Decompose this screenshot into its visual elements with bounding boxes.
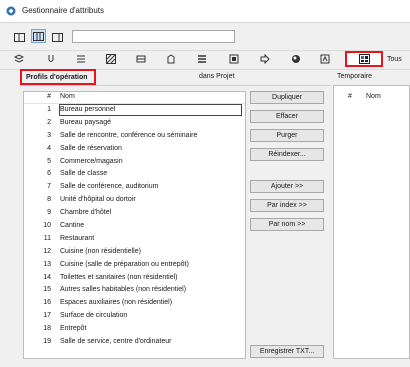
list-item[interactable]: 12 Cuisine (non résidentielle)	[24, 246, 245, 259]
operation-profiles-icon	[358, 54, 370, 64]
view-split-button[interactable]	[31, 29, 46, 43]
column-name: Nom	[60, 93, 75, 100]
by-index-button[interactable]: Par index >>	[250, 199, 324, 212]
left-panel-heading: Profils d'opération	[26, 74, 88, 81]
list-item[interactable]: 8 Unité d'hôpital ou dortoir	[24, 194, 245, 207]
zones-tab[interactable]	[195, 52, 209, 65]
list-item[interactable]: 15 Autres salles habitables (non résident…	[24, 284, 245, 297]
list-item[interactable]: 13 Cuisine (salle de préparation ou entre…	[24, 259, 245, 272]
list-item[interactable]: 2 Bureau paysagé	[24, 117, 245, 130]
view-list-button[interactable]	[12, 30, 27, 44]
zones-icon	[198, 54, 206, 63]
composites-icon	[136, 55, 146, 62]
list-item[interactable]: 19 Salle de service, centre d'ordinateur	[24, 336, 245, 349]
fills-tab[interactable]	[104, 52, 118, 65]
list-item[interactable]: 10 Cantine	[24, 220, 245, 233]
temporary-list[interactable]: # Nom	[333, 85, 410, 359]
line-types-tab[interactable]	[74, 52, 88, 65]
delete-button[interactable]: Effacer	[250, 110, 324, 123]
layers-icon	[14, 54, 24, 63]
right-column-name: Nom	[366, 93, 381, 100]
list-item[interactable]: 5 Commerce/magasin	[24, 156, 245, 169]
operation-profiles-tab[interactable]	[345, 51, 383, 67]
surfaces-tab[interactable]	[227, 52, 241, 65]
markup-tab[interactable]	[258, 52, 272, 65]
list-item[interactable]: 9 Chambre d'hôtel	[24, 207, 245, 220]
list-item[interactable]: 11 Restaurant	[24, 233, 245, 246]
reindex-button[interactable]: Réindexer...	[250, 148, 324, 161]
composites-tab[interactable]	[134, 52, 148, 65]
right-panel-heading: Temporaire	[337, 73, 373, 80]
list-item[interactable]: 6 Salle de classe	[24, 168, 245, 181]
building-materials-tab[interactable]	[289, 52, 303, 65]
list-item[interactable]: 3 Salle de rencontre, conférence ou sémin…	[24, 130, 245, 143]
profiles-tab[interactable]	[164, 52, 178, 65]
globe-icon	[292, 54, 300, 63]
mep-systems-tab[interactable]	[318, 52, 332, 65]
by-name-button[interactable]: Par nom >>	[250, 218, 324, 231]
list-item[interactable]: 4 Salle de réservation	[24, 143, 245, 156]
line-types-icon	[77, 55, 85, 62]
layers-tab[interactable]	[12, 52, 26, 65]
view-detail-button[interactable]	[50, 30, 65, 44]
pens-tab[interactable]	[44, 52, 58, 65]
list-item[interactable]: 16 Espaces auxiliaires (non résidentiel)	[24, 297, 245, 310]
save-txt-button[interactable]: Enregistrer TXT...	[250, 345, 324, 358]
duplicate-button[interactable]: Dupliquer	[250, 91, 324, 104]
list-item[interactable]: 18 Entrepôt	[24, 323, 245, 336]
list-header: # Nom	[24, 92, 245, 104]
list-item[interactable]: 1 Bureau personnel	[24, 104, 245, 117]
list-item[interactable]: 17 Surface de circulation	[24, 310, 245, 323]
left-panel-subheading: dans Projet	[199, 73, 235, 80]
purge-button[interactable]: Purger	[250, 129, 324, 142]
add-button[interactable]: Ajouter >>	[250, 180, 324, 193]
left-heading-box: Profils d'opération	[20, 69, 96, 85]
surfaces-icon	[229, 54, 239, 63]
pen-icon	[48, 54, 54, 62]
view-detail-icon	[52, 32, 63, 42]
divider	[20, 85, 331, 86]
view-list-icon	[14, 32, 25, 42]
list-item[interactable]: 7 Salle de conférence, auditorium	[24, 181, 245, 194]
window-title: Gestionnaire d'attributs	[22, 6, 105, 15]
search-input[interactable]	[72, 30, 235, 43]
all-tab[interactable]: Tous	[387, 56, 402, 63]
title-bar: Gestionnaire d'attributs	[0, 0, 410, 23]
list-item[interactable]: 14 Toilettes et sanitaires (non résidenti…	[24, 272, 245, 285]
profiles-icon	[167, 53, 175, 63]
operation-profiles-list[interactable]: # Nom 1 Bureau personnel 2 Bureau paysagé …	[23, 91, 246, 359]
mep-icon	[320, 54, 330, 63]
app-icon	[6, 6, 16, 16]
right-column-number: #	[348, 93, 352, 100]
view-split-icon	[33, 31, 44, 41]
markup-icon	[260, 53, 270, 64]
fills-icon	[106, 53, 116, 64]
column-number: #	[47, 93, 51, 100]
